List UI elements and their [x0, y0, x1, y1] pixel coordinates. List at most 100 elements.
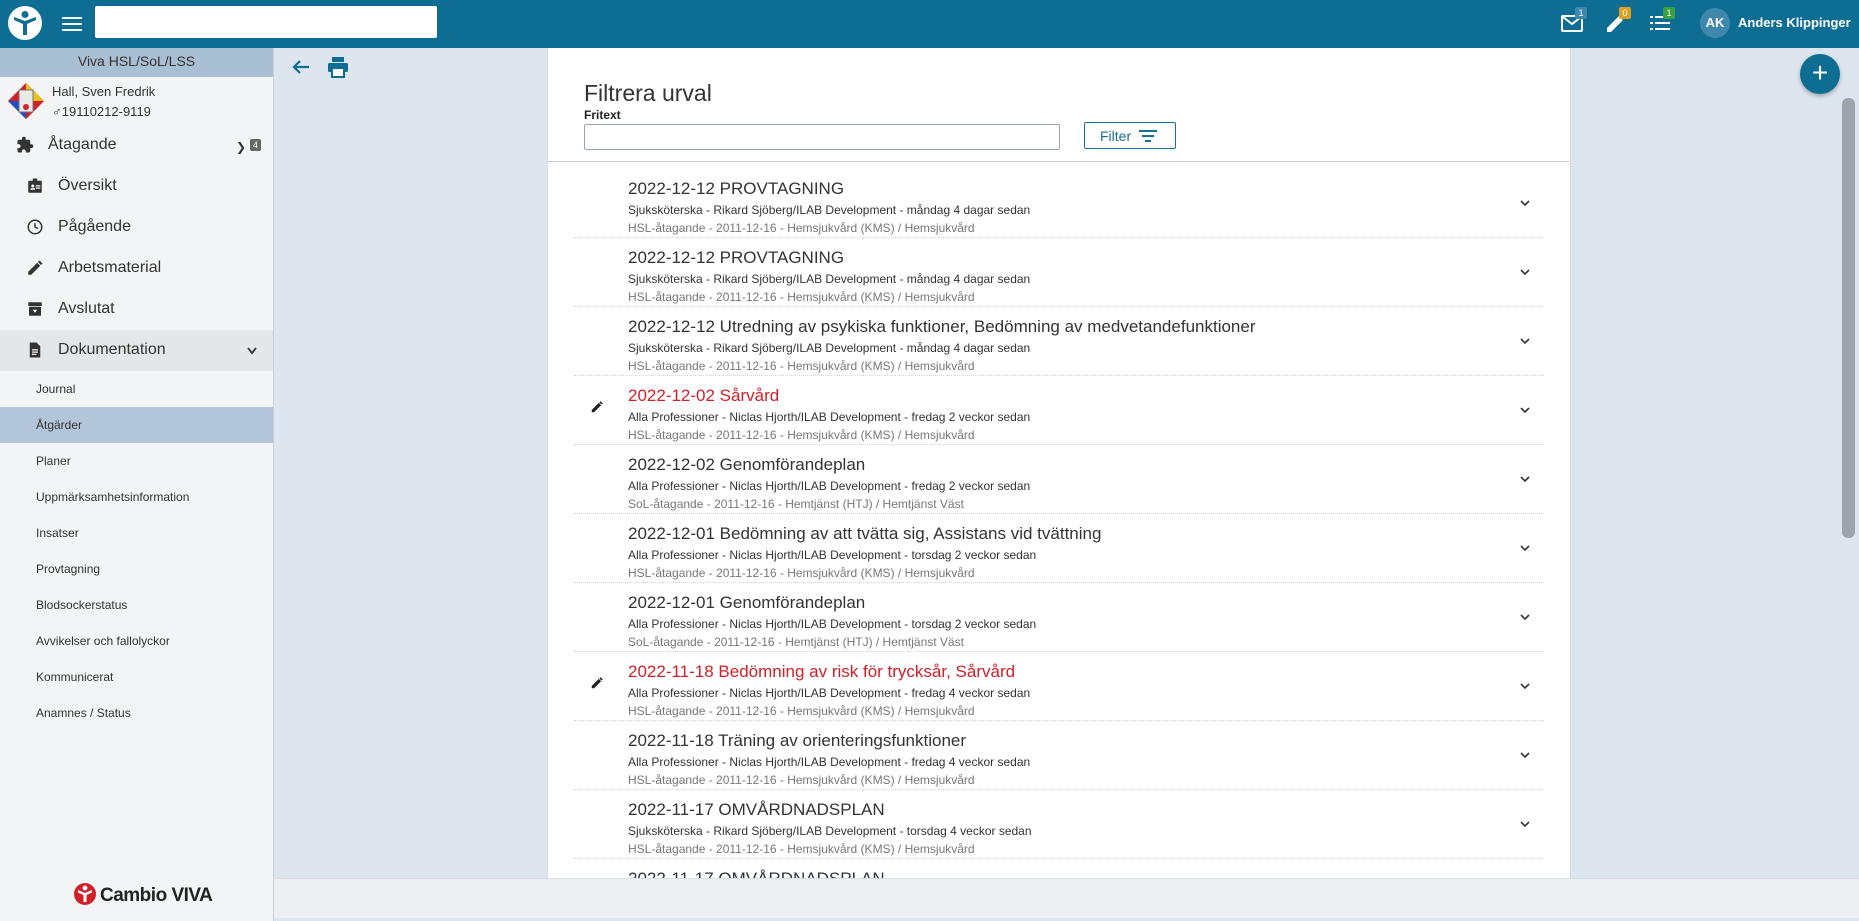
entry-title[interactable]: 2022-12-12 PROVTAGNING: [628, 179, 844, 199]
sub-item-label: Journal: [36, 382, 76, 396]
chevron-down-icon[interactable]: [1519, 335, 1531, 347]
avatar[interactable]: AK: [1700, 8, 1730, 38]
sidebar-item-oversikt[interactable]: Översikt: [0, 166, 273, 207]
divider: [548, 161, 1570, 162]
sidebar-item-pagaende[interactable]: Pågående: [0, 207, 273, 248]
entry-title[interactable]: 2022-11-17 OMVÅRDNADSPLAN: [628, 869, 885, 878]
chevron-down-icon[interactable]: [1519, 404, 1531, 416]
fritext-label: Fritext: [584, 108, 621, 122]
mail-button[interactable]: 1: [1560, 7, 1590, 37]
filter-button[interactable]: Filter: [1084, 122, 1176, 149]
printer-icon: [328, 57, 348, 78]
entry-context: HSL-åtagande - 2011-12-16 - Hemsjukvård …: [628, 773, 975, 787]
chevron-down-icon[interactable]: [1519, 473, 1531, 485]
list-item[interactable]: 2022-12-01 Bedömning av att tvätta sig, …: [574, 514, 1544, 583]
sub-item-uppmarksamhetsinformation[interactable]: Uppmärksamhetsinformation: [0, 479, 273, 515]
sidebar-item-avslutat[interactable]: Avslutat: [0, 289, 273, 330]
sub-item-kommunicerat[interactable]: Kommunicerat: [0, 659, 273, 695]
entry-title[interactable]: 2022-11-18 Träning av orienteringsfunkti…: [628, 731, 966, 751]
list-item[interactable]: 2022-11-18 Träning av orienteringsfunkti…: [574, 721, 1544, 790]
entry-title[interactable]: 2022-12-12 PROVTAGNING: [628, 248, 844, 268]
back-button[interactable]: [290, 56, 312, 78]
sidebar-item-arbetsmaterial[interactable]: Arbetsmaterial: [0, 248, 273, 289]
list-item[interactable]: 2022-11-17 OMVÅRDNADSPLAN Sjuksköterska …: [574, 790, 1544, 859]
print-button[interactable]: [326, 56, 350, 78]
sub-item-label: Uppmärksamhetsinformation: [36, 490, 190, 504]
sidebar-item-label: Översikt: [58, 177, 117, 194]
plus-icon: +: [1811, 57, 1829, 88]
entry-title[interactable]: 2022-12-02 Genomförandeplan: [628, 455, 865, 475]
entry-context: SoL-åtagande - 2011-12-16 - Hemtjänst (H…: [628, 635, 964, 649]
sidebar-item-label: Arbetsmaterial: [58, 259, 162, 276]
sidebar-item-label: Åtagande: [48, 136, 117, 153]
cambio-logo-icon[interactable]: [8, 6, 42, 40]
sidebar-item-atagande[interactable]: Åtagande ❯ 4: [0, 125, 273, 166]
sidebar-item-dokumentation[interactable]: Dokumentation: [0, 330, 273, 371]
atagande-count-badge: 4: [250, 139, 261, 151]
list-item[interactable]: 2022-12-01 Genomförandeplan Alla Profess…: [574, 583, 1544, 652]
tasks-button[interactable]: 1: [1648, 7, 1678, 37]
chevron-down-icon[interactable]: [1519, 680, 1531, 692]
list-item[interactable]: 2022-12-02 Genomförandeplan Alla Profess…: [574, 445, 1544, 514]
list-item[interactable]: 2022-12-12 Utredning av psykiska funktio…: [574, 307, 1544, 376]
entry-author: Sjuksköterska - Rikard Sjöberg/ILAB Deve…: [628, 341, 1031, 355]
add-button[interactable]: +: [1800, 54, 1840, 94]
archive-icon: [28, 302, 42, 316]
patient-card[interactable]: Hall, Sven Fredrik ♂19110212-9119: [0, 77, 273, 125]
fritext-input[interactable]: [584, 124, 1060, 150]
sub-item-journal[interactable]: Journal: [0, 371, 273, 407]
sub-item-provtagning[interactable]: Provtagning: [0, 551, 273, 587]
entry-title[interactable]: 2022-12-01 Bedömning av att tvätta sig, …: [628, 524, 1101, 544]
entry-context: HSL-åtagande - 2011-12-16 - Hemsjukvård …: [628, 566, 975, 580]
list-item[interactable]: 2022-12-12 PROVTAGNING Sjuksköterska - R…: [574, 238, 1544, 307]
arrow-left-icon: [292, 60, 309, 74]
sidebar-item-label: Dokumentation: [58, 341, 166, 358]
pencil-icon[interactable]: [590, 400, 604, 414]
list-item[interactable]: 2022-11-17 OMVÅRDNADSPLAN: [574, 859, 1544, 878]
entry-author: Sjuksköterska - Rikard Sjöberg/ILAB Deve…: [628, 272, 1031, 286]
sub-item-planer[interactable]: Planer: [0, 443, 273, 479]
id-card-icon: [28, 178, 42, 193]
document-icon: [29, 342, 41, 358]
cambio-figure-icon: [74, 883, 96, 905]
global-search-input[interactable]: [95, 6, 437, 38]
user-name[interactable]: Anders Klippinger: [1738, 15, 1851, 30]
chevron-down-icon[interactable]: [1519, 611, 1531, 623]
entry-context: HSL-åtagande - 2011-12-16 - Hemsjukvård …: [628, 221, 975, 235]
entry-author: Alla Professioner - Niclas Hjorth/ILAB D…: [628, 686, 1031, 700]
sub-item-insatser[interactable]: Insatser: [0, 515, 273, 551]
entry-title[interactable]: 2022-11-18 Bedömning av risk för tryckså…: [628, 662, 1015, 682]
filter-panel: Filtrera urval Fritext Filter 2022-12-12…: [547, 48, 1571, 878]
sub-item-anamnes-status[interactable]: Anamnes / Status: [0, 695, 273, 731]
entry-context: HSL-åtagande - 2011-12-16 - Hemsjukvård …: [628, 359, 975, 373]
entry-title[interactable]: 2022-11-17 OMVÅRDNADSPLAN: [628, 800, 885, 820]
list-item-draft[interactable]: 2022-12-02 Sårvård Alla Professioner - N…: [574, 376, 1544, 445]
sub-item-avvikelser[interactable]: Avvikelser och fallolyckor: [0, 623, 273, 659]
entry-title[interactable]: 2022-12-02 Sårvård: [628, 386, 779, 406]
sub-item-blodsockerstatus[interactable]: Blodsockerstatus: [0, 587, 273, 623]
chevron-down-icon[interactable]: [1519, 749, 1531, 761]
hamburger-menu-icon[interactable]: [60, 12, 84, 36]
sub-item-label: Provtagning: [36, 562, 101, 576]
entry-title[interactable]: 2022-12-12 Utredning av psykiska funktio…: [628, 317, 1256, 337]
list-item-draft[interactable]: 2022-11-18 Bedömning av risk för tryckså…: [574, 652, 1544, 721]
chevron-down-icon[interactable]: [1519, 197, 1531, 209]
entry-title[interactable]: 2022-12-01 Genomförandeplan: [628, 593, 865, 613]
sub-item-label: Åtgärder: [36, 418, 83, 432]
chevron-right-icon: ❯: [236, 140, 247, 154]
drafts-button[interactable]: 0: [1604, 7, 1634, 37]
list-item[interactable]: 2022-12-12 PROVTAGNING Sjuksköterska - R…: [574, 169, 1544, 238]
unit-header[interactable]: Viva HSL/SoL/LSS: [0, 48, 273, 77]
chevron-down-icon[interactable]: [1519, 818, 1531, 830]
chevron-down-icon[interactable]: [1519, 266, 1531, 278]
pencil-icon[interactable]: [590, 676, 604, 690]
entry-author: Alla Professioner - Niclas Hjorth/ILAB D…: [628, 479, 1031, 493]
chevron-down-icon[interactable]: [1519, 542, 1531, 554]
patient-id: ♂19110212-9119: [52, 104, 151, 119]
patient-alert-icon: [8, 83, 44, 119]
bottom-bar: [274, 878, 1859, 918]
page-title: Filtrera urval: [584, 80, 712, 106]
entry-author: Alla Professioner - Niclas Hjorth/ILAB D…: [628, 755, 1031, 769]
sub-item-atgarder[interactable]: Åtgärder: [0, 407, 273, 443]
scrollbar[interactable]: [1842, 98, 1855, 538]
